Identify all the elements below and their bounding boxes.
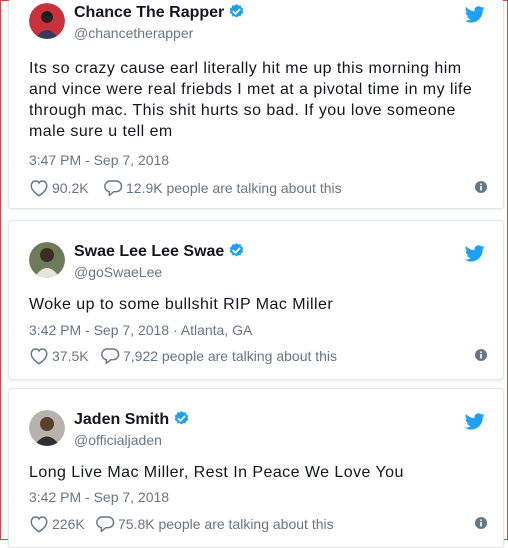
timestamp[interactable]: 3:47 PM - Sep 7, 2018 xyxy=(29,151,169,169)
like-count: 37.5K xyxy=(52,348,89,364)
talking-count: 7,922 people are talking about this xyxy=(123,348,338,364)
verified-badge-icon xyxy=(228,3,245,26)
like-button[interactable]: 226K xyxy=(29,514,85,534)
tweet-card[interactable]: Jaden Smith @officialjaden Long Live Mac… xyxy=(8,388,504,548)
talking-count: 12.9K people are talking about this xyxy=(126,180,342,196)
timestamp[interactable]: 3:42 PM - Sep 7, 2018 · Atlanta, GA xyxy=(29,321,252,339)
conversation-link[interactable]: 75.8K people are talking about this xyxy=(95,514,334,534)
info-icon[interactable] xyxy=(475,517,487,529)
verified-badge-icon xyxy=(228,242,245,265)
avatar-image xyxy=(29,242,65,278)
like-count: 226K xyxy=(52,516,85,532)
avatar-image xyxy=(29,3,65,39)
handle[interactable]: @chancetherapper xyxy=(74,24,193,42)
tweet-text: Its so crazy cause earl literally hit me… xyxy=(29,60,473,140)
twitter-bird-icon[interactable] xyxy=(465,413,485,430)
conversation-link[interactable]: 12.9K people are talking about this xyxy=(103,178,342,198)
twitter-bird-icon[interactable] xyxy=(465,6,485,23)
tweet-actions: 90.2K 12.9K people are talking about thi… xyxy=(29,178,487,198)
like-button[interactable]: 90.2K xyxy=(29,178,89,198)
avatar[interactable] xyxy=(29,410,65,446)
avatar-image xyxy=(29,410,65,446)
tweet-text: Woke up to some bullshit RIP Mac Miller xyxy=(29,296,334,313)
heart-icon xyxy=(30,348,48,365)
timestamp[interactable]: 3:42 PM - Sep 7, 2018 xyxy=(29,488,169,506)
display-name[interactable]: Chance The Rapper xyxy=(74,3,245,26)
like-button[interactable]: 37.5K xyxy=(29,346,89,366)
handle[interactable]: @goSwaeLee xyxy=(74,263,162,281)
twitter-bird-icon[interactable] xyxy=(465,245,485,262)
tweet-actions: 37.5K 7,922 people are talking about thi… xyxy=(29,346,487,366)
speech-bubble-icon xyxy=(96,516,115,533)
display-name[interactable]: Swae Lee Lee Swae xyxy=(74,242,245,265)
tweet-card[interactable]: Chance The Rapper @chancetherapper Its s… xyxy=(8,0,504,209)
heart-icon xyxy=(30,516,48,533)
avatar[interactable] xyxy=(29,3,65,39)
heart-icon xyxy=(30,180,48,197)
info-icon[interactable] xyxy=(475,349,487,361)
speech-bubble-icon xyxy=(101,348,120,365)
verified-badge-icon xyxy=(173,410,190,433)
info-icon[interactable] xyxy=(475,181,487,193)
conversation-link[interactable]: 7,922 people are talking about this xyxy=(100,346,337,366)
speech-bubble-icon xyxy=(104,180,123,197)
handle[interactable]: @officialjaden xyxy=(74,431,162,449)
tweet-actions: 226K 75.8K people are talking about this xyxy=(29,514,487,534)
tweet-text: Long Live Mac Miller, Rest In Peace We L… xyxy=(29,464,404,481)
like-count: 90.2K xyxy=(52,180,89,196)
talking-count: 75.8K people are talking about this xyxy=(118,516,334,532)
tweet-card[interactable]: Swae Lee Lee Swae @goSwaeLee Woke up to … xyxy=(8,220,504,380)
display-name[interactable]: Jaden Smith xyxy=(74,410,190,433)
avatar[interactable] xyxy=(29,242,65,278)
